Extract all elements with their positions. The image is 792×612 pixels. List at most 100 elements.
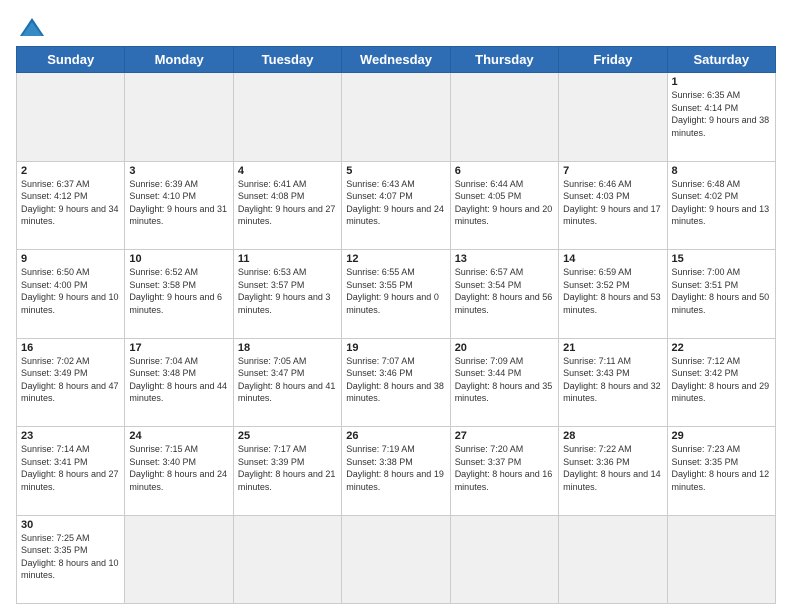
day-info: Sunrise: 7:11 AM Sunset: 3:43 PM Dayligh… — [563, 355, 662, 405]
calendar-week-3: 16Sunrise: 7:02 AM Sunset: 3:49 PM Dayli… — [17, 338, 776, 427]
calendar-cell-23: 23Sunrise: 7:14 AM Sunset: 3:41 PM Dayli… — [17, 427, 125, 516]
calendar-cell-empty — [667, 515, 775, 604]
day-number: 20 — [455, 342, 554, 354]
calendar-cell-17: 17Sunrise: 7:04 AM Sunset: 3:48 PM Dayli… — [125, 338, 233, 427]
day-number: 13 — [455, 253, 554, 265]
calendar-week-4: 23Sunrise: 7:14 AM Sunset: 3:41 PM Dayli… — [17, 427, 776, 516]
day-info: Sunrise: 7:02 AM Sunset: 3:49 PM Dayligh… — [21, 355, 120, 405]
calendar-cell-empty — [17, 73, 125, 162]
calendar-header-monday: Monday — [125, 47, 233, 73]
calendar-cell-30: 30Sunrise: 7:25 AM Sunset: 3:35 PM Dayli… — [17, 515, 125, 604]
day-number: 16 — [21, 342, 120, 354]
day-info: Sunrise: 7:04 AM Sunset: 3:48 PM Dayligh… — [129, 355, 228, 405]
calendar-cell-8: 8Sunrise: 6:48 AM Sunset: 4:02 PM Daylig… — [667, 161, 775, 250]
calendar-cell-3: 3Sunrise: 6:39 AM Sunset: 4:10 PM Daylig… — [125, 161, 233, 250]
day-number: 6 — [455, 165, 554, 177]
calendar-cell-2: 2Sunrise: 6:37 AM Sunset: 4:12 PM Daylig… — [17, 161, 125, 250]
calendar-table: SundayMondayTuesdayWednesdayThursdayFrid… — [16, 46, 776, 604]
calendar-cell-5: 5Sunrise: 6:43 AM Sunset: 4:07 PM Daylig… — [342, 161, 450, 250]
day-number: 21 — [563, 342, 662, 354]
day-info: Sunrise: 6:50 AM Sunset: 4:00 PM Dayligh… — [21, 266, 120, 316]
calendar-header-saturday: Saturday — [667, 47, 775, 73]
day-info: Sunrise: 6:39 AM Sunset: 4:10 PM Dayligh… — [129, 178, 228, 228]
calendar-cell-28: 28Sunrise: 7:22 AM Sunset: 3:36 PM Dayli… — [559, 427, 667, 516]
calendar-cell-empty — [450, 515, 558, 604]
day-number: 23 — [21, 430, 120, 442]
day-number: 22 — [672, 342, 771, 354]
calendar-cell-26: 26Sunrise: 7:19 AM Sunset: 3:38 PM Dayli… — [342, 427, 450, 516]
calendar-cell-10: 10Sunrise: 6:52 AM Sunset: 3:58 PM Dayli… — [125, 250, 233, 339]
calendar-cell-13: 13Sunrise: 6:57 AM Sunset: 3:54 PM Dayli… — [450, 250, 558, 339]
calendar-cell-12: 12Sunrise: 6:55 AM Sunset: 3:55 PM Dayli… — [342, 250, 450, 339]
day-number: 10 — [129, 253, 228, 265]
logo-icon — [18, 16, 46, 38]
calendar-header-sunday: Sunday — [17, 47, 125, 73]
day-number: 4 — [238, 165, 337, 177]
calendar-cell-empty — [125, 73, 233, 162]
day-info: Sunrise: 6:59 AM Sunset: 3:52 PM Dayligh… — [563, 266, 662, 316]
day-number: 17 — [129, 342, 228, 354]
day-info: Sunrise: 6:37 AM Sunset: 4:12 PM Dayligh… — [21, 178, 120, 228]
calendar-cell-20: 20Sunrise: 7:09 AM Sunset: 3:44 PM Dayli… — [450, 338, 558, 427]
day-info: Sunrise: 6:57 AM Sunset: 3:54 PM Dayligh… — [455, 266, 554, 316]
day-info: Sunrise: 6:53 AM Sunset: 3:57 PM Dayligh… — [238, 266, 337, 316]
day-number: 1 — [672, 76, 771, 88]
day-number: 30 — [21, 519, 120, 531]
calendar-cell-25: 25Sunrise: 7:17 AM Sunset: 3:39 PM Dayli… — [233, 427, 341, 516]
calendar-cell-empty — [342, 73, 450, 162]
day-info: Sunrise: 7:25 AM Sunset: 3:35 PM Dayligh… — [21, 532, 120, 582]
day-number: 2 — [21, 165, 120, 177]
day-info: Sunrise: 7:14 AM Sunset: 3:41 PM Dayligh… — [21, 443, 120, 493]
calendar-cell-7: 7Sunrise: 6:46 AM Sunset: 4:03 PM Daylig… — [559, 161, 667, 250]
day-number: 3 — [129, 165, 228, 177]
day-number: 28 — [563, 430, 662, 442]
calendar-cell-4: 4Sunrise: 6:41 AM Sunset: 4:08 PM Daylig… — [233, 161, 341, 250]
calendar-cell-1: 1Sunrise: 6:35 AM Sunset: 4:14 PM Daylig… — [667, 73, 775, 162]
day-info: Sunrise: 7:23 AM Sunset: 3:35 PM Dayligh… — [672, 443, 771, 493]
day-info: Sunrise: 6:46 AM Sunset: 4:03 PM Dayligh… — [563, 178, 662, 228]
day-number: 25 — [238, 430, 337, 442]
day-info: Sunrise: 7:12 AM Sunset: 3:42 PM Dayligh… — [672, 355, 771, 405]
calendar-week-1: 2Sunrise: 6:37 AM Sunset: 4:12 PM Daylig… — [17, 161, 776, 250]
day-info: Sunrise: 7:09 AM Sunset: 3:44 PM Dayligh… — [455, 355, 554, 405]
day-info: Sunrise: 6:44 AM Sunset: 4:05 PM Dayligh… — [455, 178, 554, 228]
header — [16, 16, 776, 38]
calendar-cell-empty — [559, 73, 667, 162]
day-info: Sunrise: 7:07 AM Sunset: 3:46 PM Dayligh… — [346, 355, 445, 405]
day-info: Sunrise: 7:17 AM Sunset: 3:39 PM Dayligh… — [238, 443, 337, 493]
calendar-cell-24: 24Sunrise: 7:15 AM Sunset: 3:40 PM Dayli… — [125, 427, 233, 516]
calendar-header-friday: Friday — [559, 47, 667, 73]
day-number: 5 — [346, 165, 445, 177]
calendar-cell-21: 21Sunrise: 7:11 AM Sunset: 3:43 PM Dayli… — [559, 338, 667, 427]
calendar-cell-9: 9Sunrise: 6:50 AM Sunset: 4:00 PM Daylig… — [17, 250, 125, 339]
calendar-week-2: 9Sunrise: 6:50 AM Sunset: 4:00 PM Daylig… — [17, 250, 776, 339]
calendar-header-wednesday: Wednesday — [342, 47, 450, 73]
calendar-week-5: 30Sunrise: 7:25 AM Sunset: 3:35 PM Dayli… — [17, 515, 776, 604]
day-info: Sunrise: 7:15 AM Sunset: 3:40 PM Dayligh… — [129, 443, 228, 493]
calendar-header-row: SundayMondayTuesdayWednesdayThursdayFrid… — [17, 47, 776, 73]
calendar-cell-22: 22Sunrise: 7:12 AM Sunset: 3:42 PM Dayli… — [667, 338, 775, 427]
day-number: 8 — [672, 165, 771, 177]
day-number: 29 — [672, 430, 771, 442]
calendar-cell-6: 6Sunrise: 6:44 AM Sunset: 4:05 PM Daylig… — [450, 161, 558, 250]
calendar-cell-16: 16Sunrise: 7:02 AM Sunset: 3:49 PM Dayli… — [17, 338, 125, 427]
day-info: Sunrise: 7:05 AM Sunset: 3:47 PM Dayligh… — [238, 355, 337, 405]
day-number: 7 — [563, 165, 662, 177]
page: SundayMondayTuesdayWednesdayThursdayFrid… — [0, 0, 792, 612]
day-info: Sunrise: 7:19 AM Sunset: 3:38 PM Dayligh… — [346, 443, 445, 493]
calendar-cell-empty — [559, 515, 667, 604]
day-info: Sunrise: 7:20 AM Sunset: 3:37 PM Dayligh… — [455, 443, 554, 493]
calendar-cell-11: 11Sunrise: 6:53 AM Sunset: 3:57 PM Dayli… — [233, 250, 341, 339]
day-number: 18 — [238, 342, 337, 354]
calendar-cell-27: 27Sunrise: 7:20 AM Sunset: 3:37 PM Dayli… — [450, 427, 558, 516]
calendar-cell-18: 18Sunrise: 7:05 AM Sunset: 3:47 PM Dayli… — [233, 338, 341, 427]
calendar-cell-empty — [125, 515, 233, 604]
day-number: 24 — [129, 430, 228, 442]
day-info: Sunrise: 6:52 AM Sunset: 3:58 PM Dayligh… — [129, 266, 228, 316]
day-number: 14 — [563, 253, 662, 265]
calendar-cell-empty — [342, 515, 450, 604]
calendar-week-0: 1Sunrise: 6:35 AM Sunset: 4:14 PM Daylig… — [17, 73, 776, 162]
day-info: Sunrise: 6:48 AM Sunset: 4:02 PM Dayligh… — [672, 178, 771, 228]
day-number: 15 — [672, 253, 771, 265]
day-number: 12 — [346, 253, 445, 265]
